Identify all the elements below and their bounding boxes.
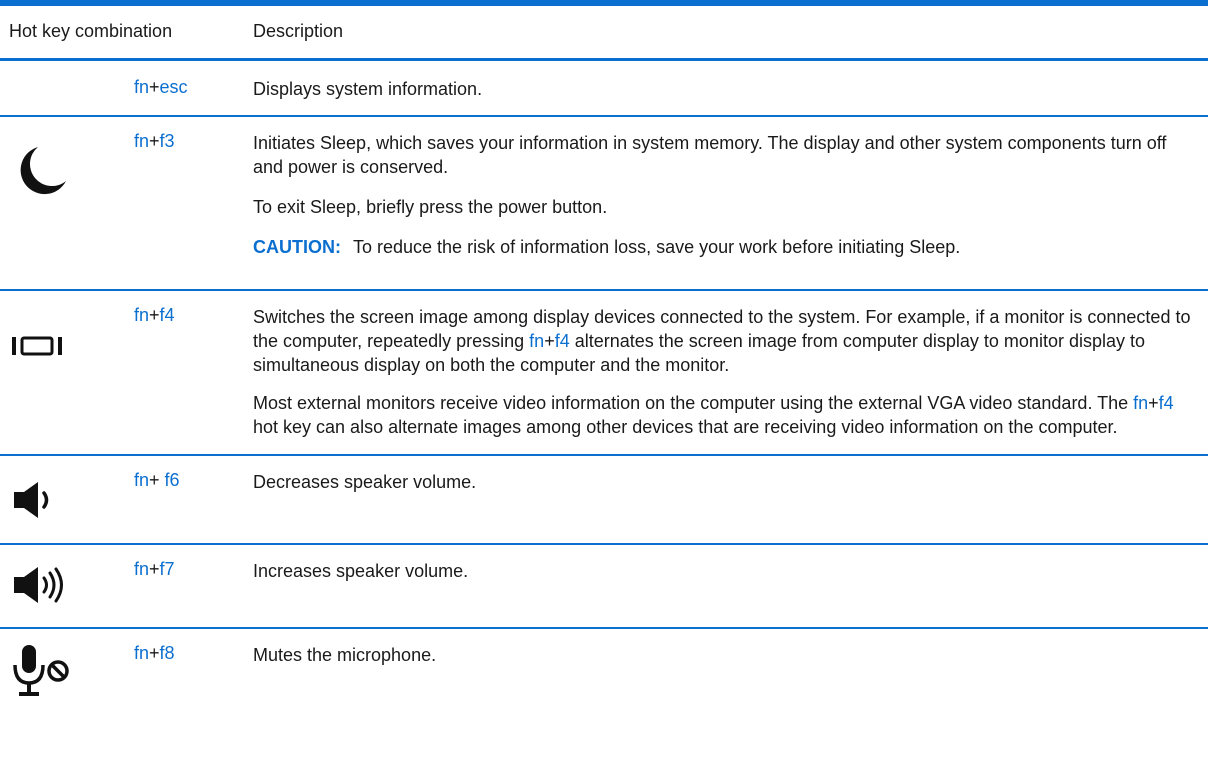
display-switch-icon xyxy=(10,331,70,366)
description-text: Increases speaker volume. xyxy=(253,561,469,581)
description-text: Most external monitors receive video inf… xyxy=(253,391,1198,439)
hotkey-fn-f7: fn+f7 xyxy=(134,559,175,580)
key-f3: f3 xyxy=(159,131,175,151)
volume-up-icon xyxy=(10,563,70,612)
caution-note: CAUTION: To reduce the risk of informatio… xyxy=(253,235,1198,259)
key-plus: + xyxy=(149,77,160,97)
key-fn: fn xyxy=(134,305,150,325)
inline-key-f4: f4 xyxy=(554,331,570,351)
key-esc: esc xyxy=(159,77,188,97)
text-segment: Most external monitors receive video inf… xyxy=(253,393,1134,413)
description-text: Switches the screen image among display … xyxy=(253,305,1198,377)
description: Displays system information. xyxy=(253,77,1198,115)
description: Initiates Sleep, which saves your inform… xyxy=(253,131,1198,273)
description-text: To exit Sleep, briefly press the power b… xyxy=(253,197,608,217)
inline-key-fn: fn xyxy=(529,331,545,351)
crescent-moon-icon xyxy=(10,141,70,206)
key-plus: + xyxy=(149,305,160,325)
description-text: Initiates Sleep, which saves your inform… xyxy=(253,133,1167,177)
inline-key-plus: + xyxy=(544,331,555,351)
key-f4: f4 xyxy=(159,305,175,325)
hotkey-fn-f6: fn+ f6 xyxy=(134,470,180,491)
table-row-fn-f8: fn+f8 Mutes the microphone. xyxy=(0,629,1208,719)
volume-down-icon xyxy=(10,478,70,527)
table-row-fn-f6: fn+ f6 Decreases speaker volume. xyxy=(0,456,1208,545)
table-header: Hot key combination Description xyxy=(0,6,1208,61)
key-f6: f6 xyxy=(164,470,180,490)
key-fn: fn xyxy=(134,643,150,663)
hotkey-fn-f8: fn+f8 xyxy=(134,643,175,664)
inline-key-fn: fn xyxy=(1133,393,1149,413)
inline-key-plus: + xyxy=(1148,393,1159,413)
table-row-fn-esc: fn+esc Displays system information. xyxy=(0,61,1208,117)
description: Increases speaker volume. xyxy=(253,559,1198,597)
header-hotkey-combination: Hot key combination xyxy=(9,21,173,41)
description: Mutes the microphone. xyxy=(253,643,1198,681)
description: Switches the screen image among display … xyxy=(253,305,1198,453)
table-row-fn-f4: fn+f4 Switches the screen image among di… xyxy=(0,291,1208,456)
key-f7: f7 xyxy=(159,559,175,579)
microphone-mute-icon xyxy=(10,643,76,706)
description-text: Mutes the microphone. xyxy=(253,645,437,665)
key-fn: fn xyxy=(134,559,150,579)
inline-key-f4: f4 xyxy=(1158,393,1174,413)
description-text: Decreases speaker volume. xyxy=(253,472,477,492)
hotkey-fn-esc: fn+esc xyxy=(134,77,188,98)
header-description: Description xyxy=(253,21,344,41)
key-fn: fn xyxy=(134,77,150,97)
key-fn: fn xyxy=(134,470,150,490)
hotkey-fn-f4: fn+f4 xyxy=(134,305,175,326)
caution-text: To reduce the risk of information loss, … xyxy=(353,237,961,257)
table-row-fn-f3: fn+f3 Initiates Sleep, which saves your … xyxy=(0,117,1208,291)
key-plus: + xyxy=(149,559,160,579)
key-f8: f8 xyxy=(159,643,175,663)
key-fn: fn xyxy=(134,131,150,151)
key-plus: + xyxy=(149,643,160,663)
key-plus: + xyxy=(149,470,165,490)
description-text: Displays system information. xyxy=(253,79,483,99)
description: Decreases speaker volume. xyxy=(253,470,1198,508)
hotkey-table: Hot key combination Description fn+esc D… xyxy=(0,0,1208,719)
table-row-fn-f7: fn+f7 Increases speaker volume. xyxy=(0,545,1208,629)
caution-label: CAUTION: xyxy=(253,237,341,257)
text-segment: hot key can also alternate images among … xyxy=(253,417,1118,437)
hotkey-fn-f3: fn+f3 xyxy=(134,131,175,152)
key-plus: + xyxy=(149,131,160,151)
